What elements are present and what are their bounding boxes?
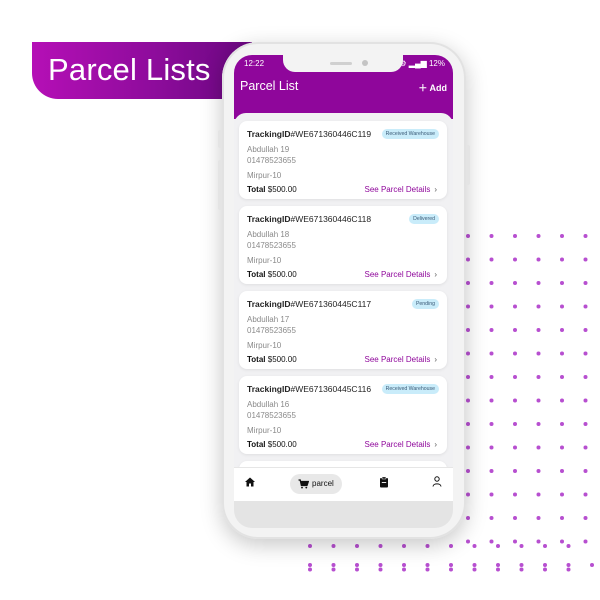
recipient-name: Abdullah 19 xyxy=(247,145,290,154)
status-badge: Received Warehouse xyxy=(381,384,439,394)
chevron-right-icon: › xyxy=(434,185,437,194)
status-right: ⚙ ▂▄▆ 12% xyxy=(399,59,445,68)
add-parcel-button[interactable]: ＋ Add xyxy=(418,81,447,94)
front-camera xyxy=(362,60,368,66)
chevron-right-icon: › xyxy=(434,440,437,449)
tracking-id: TrackingID#WE671360445C116 xyxy=(247,384,371,394)
recipient-name: Abdullah 18 xyxy=(247,230,290,239)
volume-button xyxy=(218,160,222,210)
tracking-number: #WE671360446C119 xyxy=(290,129,372,139)
nav-profile[interactable] xyxy=(432,476,442,489)
parcel-total: Total $500.00 xyxy=(247,270,297,279)
see-details-label: See Parcel Details xyxy=(364,355,431,364)
page-title: Parcel List xyxy=(240,79,299,93)
tracking-label: TrackingID xyxy=(247,129,291,139)
total-value: $500.00 xyxy=(267,355,297,364)
plus-icon: ＋ xyxy=(418,83,428,93)
total-value: $500.00 xyxy=(267,440,297,449)
volume-button xyxy=(218,130,222,148)
parcel-card[interactable]: TrackingID#WE671360446C118 Delivered Abd… xyxy=(239,206,447,284)
cart-icon xyxy=(298,479,309,489)
recipient-area: Mirpur-10 xyxy=(247,341,282,350)
total-value: $500.00 xyxy=(267,185,297,194)
speaker-grill xyxy=(330,62,352,65)
headline-title: Parcel Lists xyxy=(48,52,211,87)
recipient-area: Mirpur-10 xyxy=(247,426,282,435)
chevron-right-icon: › xyxy=(434,270,437,279)
tracking-number: #WE671360445C116 xyxy=(290,384,372,394)
recipient-phone: 01478523655 xyxy=(247,241,296,250)
status-badge: Delivered xyxy=(409,214,439,224)
recipient-phone: 01478523655 xyxy=(247,156,296,165)
status-badge: Received Warehouse xyxy=(381,129,439,139)
phone-screen: 12:22 ⚙ ▂▄▆ 12% Parcel List ＋ Add Tracki… xyxy=(234,55,453,528)
chevron-right-icon: › xyxy=(434,355,437,364)
see-details-link[interactable]: See Parcel Details › xyxy=(365,355,437,364)
user-icon xyxy=(432,476,442,487)
see-details-label: See Parcel Details xyxy=(364,440,431,449)
bottom-navigation: parcel xyxy=(234,467,453,501)
recipient-area: Mirpur-10 xyxy=(247,171,282,180)
parcel-list[interactable]: TrackingID#WE671360446C119 Received Ware… xyxy=(234,113,453,467)
status-time: 12:22 xyxy=(244,59,265,68)
see-details-link[interactable]: See Parcel Details › xyxy=(365,270,437,279)
tracking-id: TrackingID#WE671360445C117 xyxy=(247,299,371,309)
power-button xyxy=(466,145,470,185)
phone-notch xyxy=(283,55,403,72)
tracking-id: TrackingID#WE671360446C119 xyxy=(247,129,371,139)
see-details-label: See Parcel Details xyxy=(364,185,431,194)
system-home-bar xyxy=(234,501,453,528)
tracking-number: #WE671360445C117 xyxy=(290,299,372,309)
tracking-number: #WE671360446C118 xyxy=(290,214,372,224)
parcel-total: Total $500.00 xyxy=(247,185,297,194)
status-badge: Pending xyxy=(411,299,439,309)
recipient-phone: 01478523655 xyxy=(247,411,296,420)
total-label: Total xyxy=(247,185,266,194)
recipient-name: Abdullah 17 xyxy=(247,315,290,324)
clipboard-icon xyxy=(380,476,388,488)
nav-parcel-label: parcel xyxy=(312,479,334,488)
tracking-label: TrackingID xyxy=(247,214,291,224)
recipient-area: Mirpur-10 xyxy=(247,256,282,265)
app-bar: 12:22 ⚙ ▂▄▆ 12% Parcel List ＋ Add xyxy=(234,55,453,119)
tracking-id: TrackingID#WE671360446C118 xyxy=(247,214,371,224)
recipient-name: Abdullah 16 xyxy=(247,400,290,409)
signal-icon: ⚙ ▂▄▆ xyxy=(399,59,429,68)
nav-parcel[interactable]: parcel xyxy=(290,474,342,494)
parcel-card[interactable]: TrackingID#WE671360446C119 Received Ware… xyxy=(239,121,447,199)
see-details-label: See Parcel Details xyxy=(364,270,431,279)
tracking-label: TrackingID xyxy=(247,384,291,394)
recipient-phone: 01478523655 xyxy=(247,326,296,335)
parcel-total: Total $500.00 xyxy=(247,440,297,449)
total-label: Total xyxy=(247,270,266,279)
home-icon xyxy=(245,477,255,487)
nav-orders[interactable] xyxy=(379,476,389,490)
total-label: Total xyxy=(247,355,266,364)
add-label: Add xyxy=(429,83,448,93)
total-label: Total xyxy=(247,440,266,449)
total-value: $500.00 xyxy=(267,270,297,279)
parcel-card[interactable]: TrackingID#WE671360445C116 Received Ware… xyxy=(239,376,447,454)
see-details-link[interactable]: See Parcel Details › xyxy=(365,440,437,449)
parcel-card[interactable]: TrackingID#WE671360445C117 Pending Abdul… xyxy=(239,291,447,369)
tracking-label: TrackingID xyxy=(247,299,291,309)
see-details-link[interactable]: See Parcel Details › xyxy=(365,185,437,194)
battery-level: 12% xyxy=(428,59,445,68)
parcel-total: Total $500.00 xyxy=(247,355,297,364)
nav-home[interactable] xyxy=(244,476,256,490)
